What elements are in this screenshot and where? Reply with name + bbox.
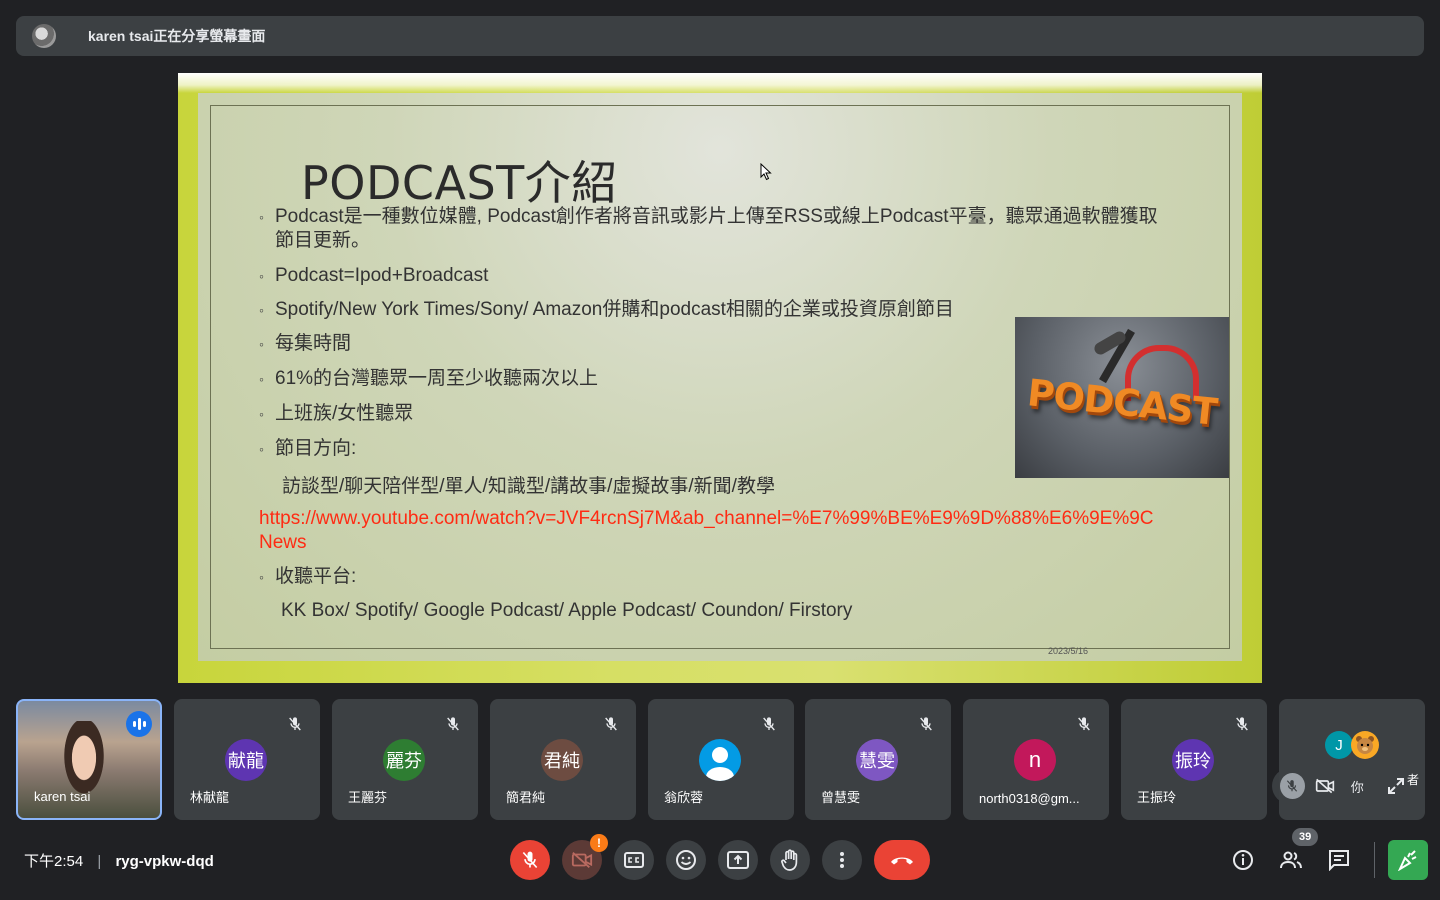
bear-avatar-icon (1351, 731, 1379, 759)
bullet-text: 61%的台灣聽眾一周至少收聽兩次以上 (275, 368, 599, 389)
participant-tile[interactable]: 慧雯 曾慧雯 (805, 699, 951, 820)
slide-title: PODCAST介紹 (301, 156, 618, 210)
camera-off-icon[interactable] (1313, 773, 1338, 799)
expand-icon[interactable] (1384, 773, 1409, 799)
activities-icon (1397, 850, 1417, 871)
slide-date: 2023/5/16 (1048, 646, 1089, 656)
mic-off-icon (913, 711, 939, 737)
slide-bullet: ◦ Podcast=Ipod+Broadcast (259, 265, 489, 286)
participant-name: 林献龍 (190, 790, 230, 805)
bullet-text: 節目方向: (275, 438, 357, 459)
camera-off-icon (571, 851, 593, 869)
mic-off-icon (1071, 711, 1097, 737)
participant-name: karen tsai (34, 789, 91, 804)
participant-avatar: 麗芬 (383, 739, 425, 781)
participant-avatar: n (1014, 739, 1056, 781)
people-button[interactable] (1275, 844, 1307, 876)
captions-button[interactable] (614, 840, 654, 880)
participant-name: 翁欣蓉 (664, 790, 704, 805)
chat-button[interactable] (1323, 844, 1355, 876)
mic-off-icon (756, 711, 782, 737)
mic-off-icon (522, 851, 538, 869)
slide-bullet: ◦ 每集時間 (259, 333, 352, 354)
mic-off-icon (282, 711, 308, 737)
youtube-link-tail: News (259, 532, 307, 553)
slide: PODCAST介紹 ◦ Podcast是一種數位媒體, Podcast創作者將音訊… (198, 93, 1242, 661)
podcast-image: PODCAST (1015, 317, 1229, 478)
mic-off-icon (1229, 711, 1255, 737)
leave-call-button[interactable] (874, 840, 930, 880)
more-vert-icon (840, 852, 844, 868)
slide-bullet: ◦ 上班族/女性聽眾 (259, 403, 414, 424)
info-icon (1233, 850, 1253, 870)
more-options-button[interactable] (822, 840, 862, 880)
participant-name: 曾慧雯 (821, 790, 861, 805)
participant-mini-avatar: J (1325, 731, 1353, 759)
participant-tile[interactable]: 君純 簡君純 (490, 699, 636, 820)
participant-name: north0318@gm... (979, 791, 1080, 806)
participant-tile-self[interactable]: karen tsai (16, 699, 162, 820)
people-icon (1280, 851, 1302, 869)
activities-button[interactable] (1388, 840, 1428, 880)
camera-toggle-button[interactable]: ! (562, 834, 608, 880)
participant-tile[interactable]: 麗芬 王麗芬 (332, 699, 478, 820)
slide-bullet: ◦ 收聽平台: (259, 566, 357, 587)
slide-bullet: ◦ Spotify/New York Times/Sony/ Amazon併購和p… (259, 299, 954, 320)
shared-screen: PODCAST介紹 ◦ Podcast是一種數位媒體, Podcast創作者將音訊… (178, 73, 1262, 683)
slide-bullet: ◦ 節目方向: (259, 438, 357, 459)
directions-list: 訪談型/聊天陪伴型/單人/知識型/講故事/虛擬故事/新聞/教學 (282, 476, 775, 497)
participant-avatar: 君純 (541, 739, 583, 781)
presenter-avatar (32, 24, 56, 48)
participant-tile[interactable]: 翁欣蓉 (648, 699, 794, 820)
self-tile-hover-controls: 你 (1272, 768, 1408, 804)
participant-tile[interactable]: 献龍 林献龍 (174, 699, 320, 820)
bullet-text: 節目更新。 (275, 230, 371, 251)
participant-name: 王麗芬 (348, 790, 388, 805)
present-screen-button[interactable] (718, 840, 758, 880)
meeting-code: ryg-vpkw-dqd (115, 853, 214, 870)
closed-captions-icon (624, 852, 644, 868)
bullet-text: 上班族/女性聽眾 (275, 403, 414, 424)
cursor-icon (760, 163, 772, 181)
emoji-icon (676, 850, 696, 870)
mic-toggle-button[interactable] (510, 840, 550, 880)
camera-warning-badge: ! (590, 834, 608, 852)
participant-avatar: 献龍 (225, 739, 267, 781)
speaking-indicator-icon (126, 711, 152, 737)
participant-avatar: 慧雯 (856, 739, 898, 781)
mic-off-icon (440, 711, 466, 737)
bullet-text: Spotify/New York Times/Sony/ Amazon併購和po… (275, 299, 954, 320)
hang-up-icon (891, 857, 913, 865)
participant-tile[interactable]: 振玲 王振玲 (1121, 699, 1267, 820)
participant-name: 王振玲 (1137, 790, 1177, 805)
reactions-button[interactable] (666, 840, 706, 880)
raise-hand-button[interactable] (770, 840, 810, 880)
bullet-text: 每集時間 (275, 333, 352, 354)
mic-off-icon[interactable] (1280, 773, 1305, 799)
bullet-text: Podcast是一種數位媒體, Podcast創作者將音訊或影片上傳至RSS或線… (275, 206, 1158, 227)
youtube-link: https://www.youtube.com/watch?v=JVF4rcnS… (259, 508, 1154, 529)
bullet-text: Podcast=Ipod+Broadcast (275, 265, 489, 286)
bullet-text: 收聽平台: (275, 566, 357, 587)
participant-avatar: 振玲 (1172, 739, 1214, 781)
current-time: 下午2:54 (24, 853, 84, 870)
toolbar-divider (1374, 842, 1375, 878)
slide-bullet: ◦ Podcast是一種數位媒體, Podcast創作者將音訊或影片上傳至RSS或… (259, 206, 1158, 227)
more-tile-label: 者 (1407, 773, 1420, 787)
chat-icon (1329, 850, 1349, 871)
mic-off-icon (598, 711, 624, 737)
share-banner-text: karen tsai正在分享螢幕畫面 (88, 28, 266, 44)
default-user-avatar-icon (699, 739, 741, 781)
participant-name: 簡君純 (506, 790, 546, 805)
present-icon (727, 851, 749, 869)
meeting-details-button[interactable] (1227, 844, 1259, 876)
slide-bullet: ◦ 61%的台灣聽眾一周至少收聽兩次以上 (259, 368, 599, 389)
share-banner: karen tsai正在分享螢幕畫面 (16, 16, 1424, 56)
slide-bullet-continued: 節目更新。 (275, 229, 370, 253)
platforms-list: KK Box/ Spotify/ Google Podcast/ Apple P… (281, 600, 853, 621)
meeting-info: 下午2:54 | ryg-vpkw-dqd (24, 853, 214, 870)
participant-tile[interactable]: n north0318@gm... (963, 699, 1109, 820)
hand-icon (781, 849, 798, 871)
you-label: 你 (1350, 779, 1364, 795)
